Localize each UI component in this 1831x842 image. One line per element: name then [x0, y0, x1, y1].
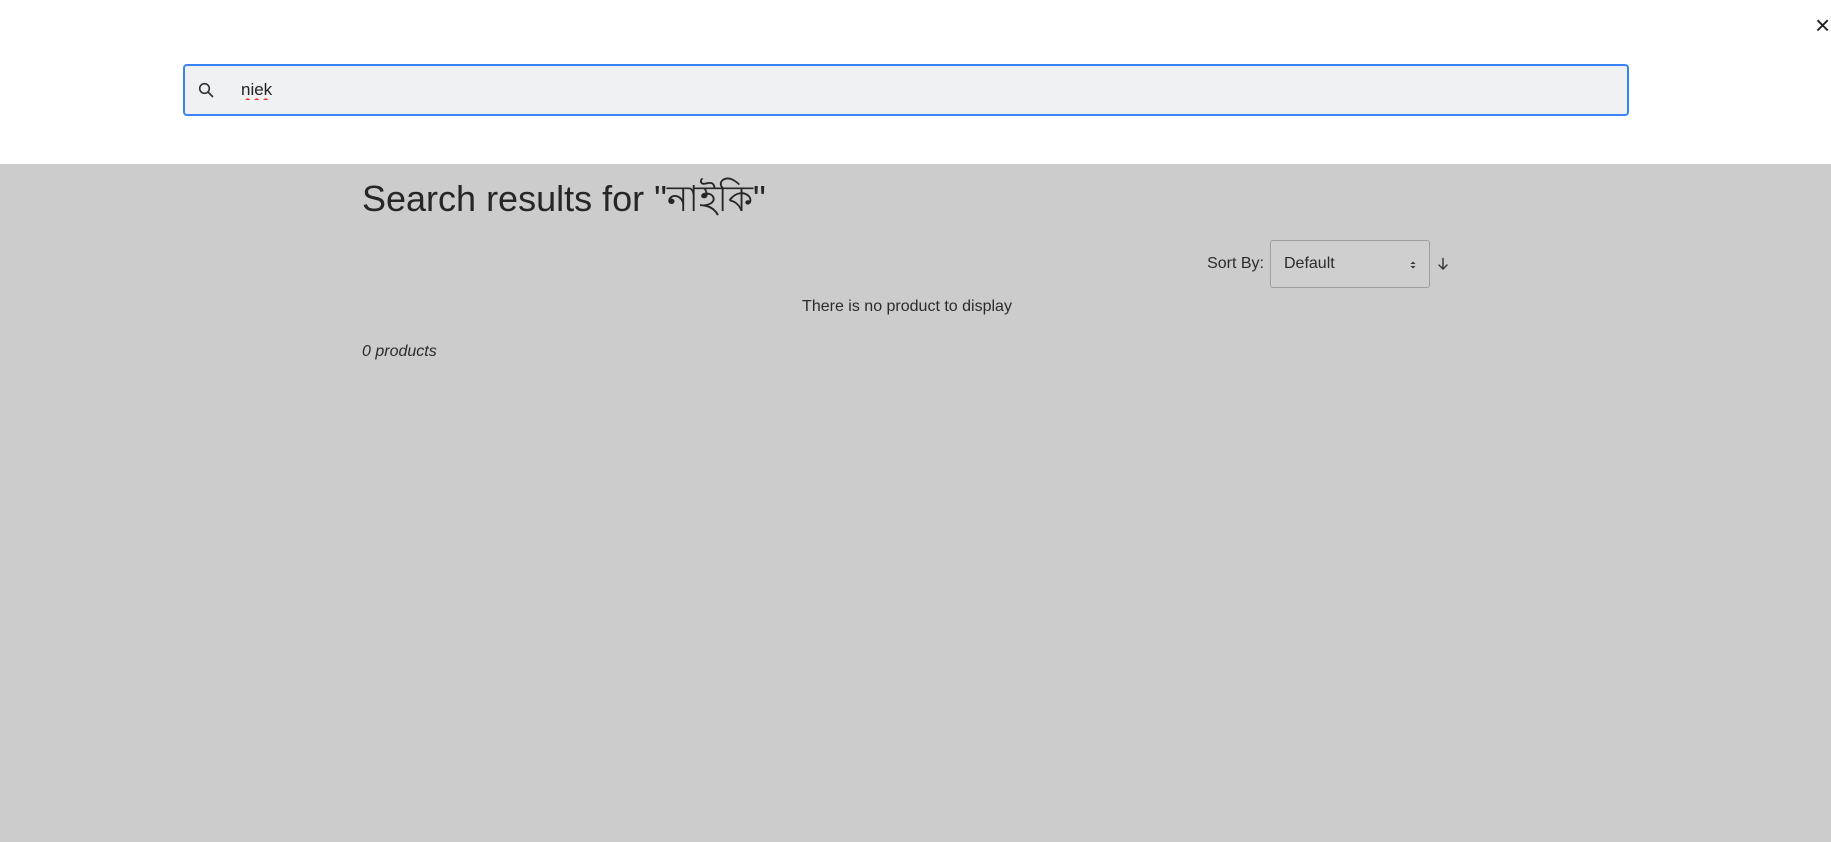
search-box[interactable]	[183, 64, 1629, 116]
search-overlay: ×	[0, 0, 1831, 164]
chevron-updown-icon	[1409, 258, 1417, 270]
sort-label: Sort By:	[1207, 255, 1264, 272]
page: × Search results for "নাইকি" Sort By: De…	[0, 0, 1831, 842]
sort-controls: Sort By: Default	[1207, 240, 1452, 288]
close-button[interactable]: ×	[1815, 10, 1831, 40]
sort-selected-value: Default	[1284, 255, 1335, 272]
page-title: Search results for "নাইকি"	[362, 178, 766, 219]
close-icon[interactable]: ×	[1815, 10, 1830, 40]
arrow-down-icon[interactable]	[1434, 255, 1452, 273]
sort-select[interactable]: Default	[1270, 240, 1430, 288]
search-icon	[197, 81, 215, 99]
product-count: 0 products	[362, 343, 437, 360]
search-input[interactable]	[239, 67, 1627, 113]
empty-results-message: There is no product to display	[802, 298, 1012, 315]
